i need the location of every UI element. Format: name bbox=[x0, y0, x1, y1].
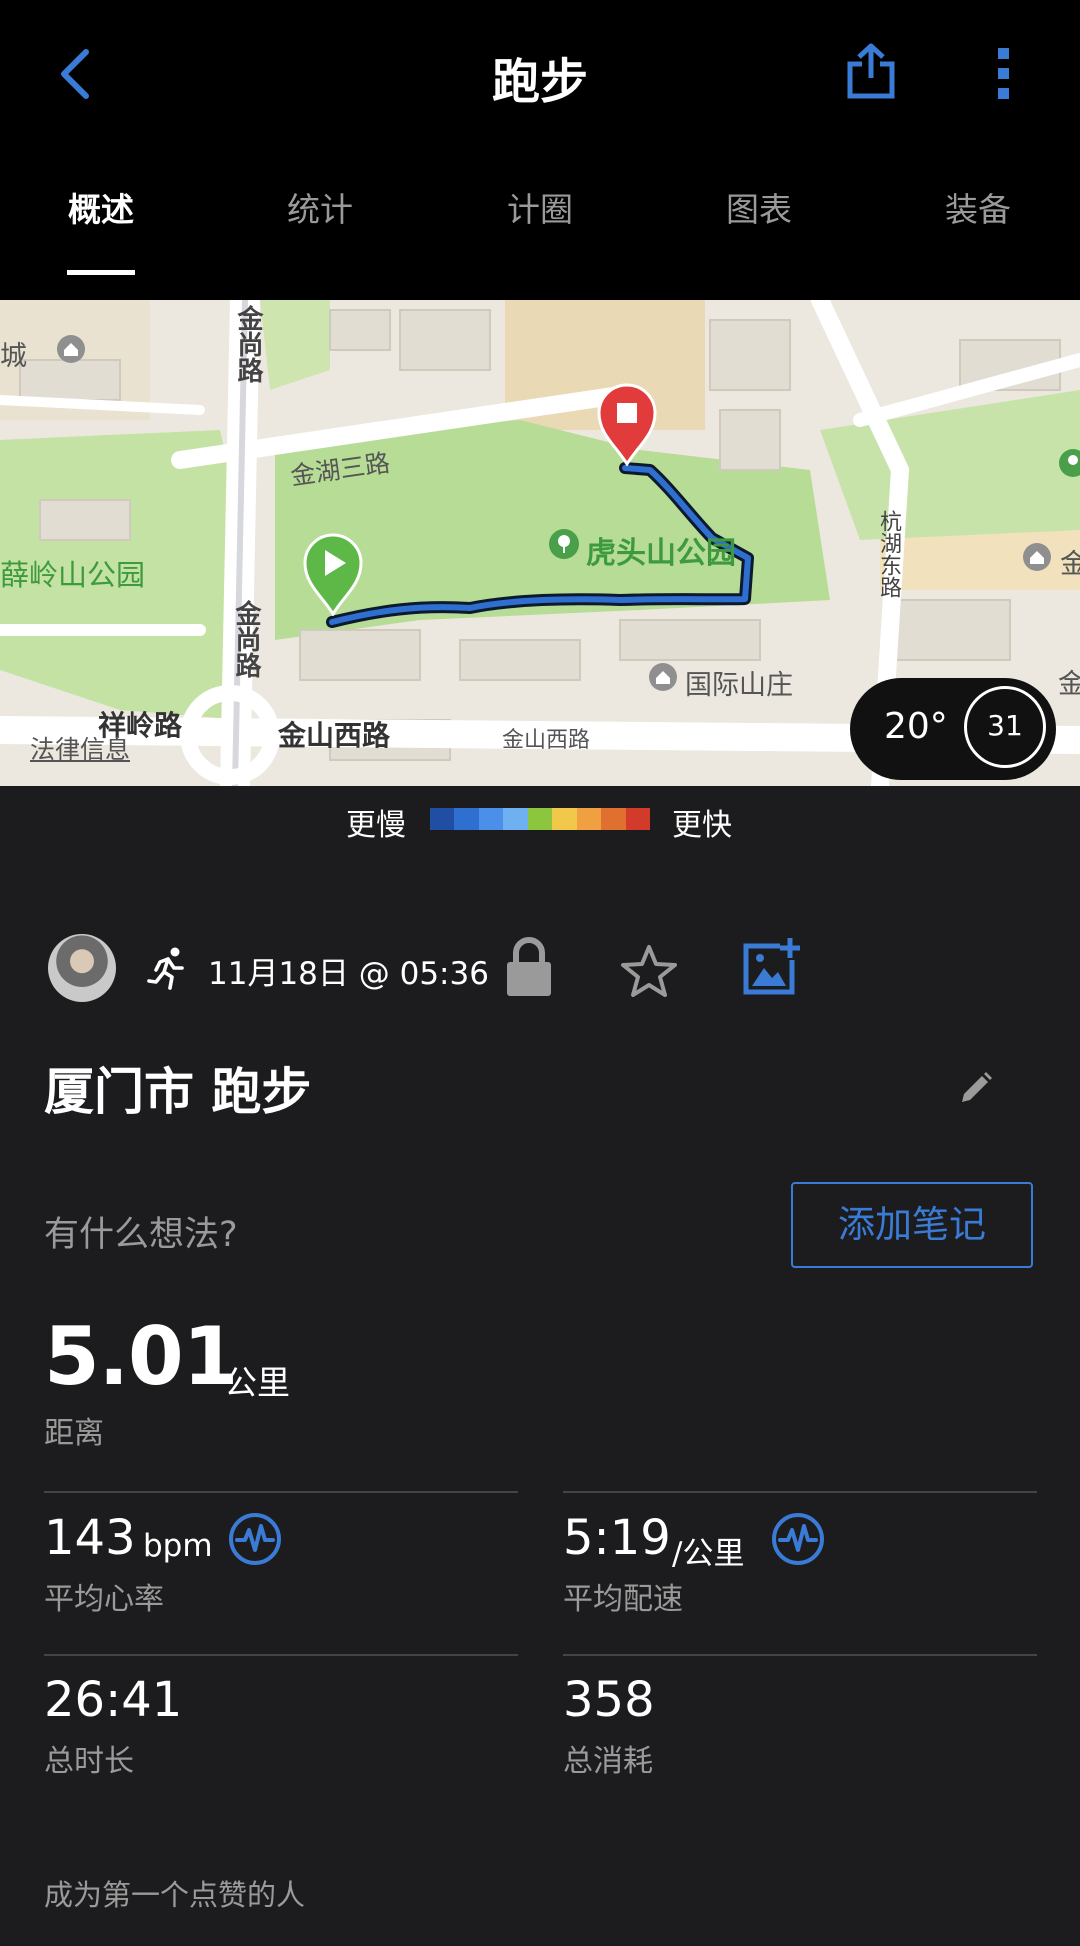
avatar[interactable] bbox=[48, 934, 116, 1002]
start-pin-icon[interactable] bbox=[302, 532, 364, 616]
finish-pin-icon[interactable] bbox=[596, 382, 658, 466]
active-tab-indicator bbox=[67, 270, 135, 275]
pace-chart-icon[interactable] bbox=[771, 1512, 825, 1566]
pace-label: 平均配速 bbox=[563, 1582, 683, 1617]
favorite-star-icon[interactable] bbox=[620, 944, 678, 998]
legend-swatch bbox=[552, 808, 577, 830]
activity-name: 厦门市 跑步 bbox=[44, 1063, 312, 1121]
map-legal-info-link[interactable]: 法律信息 bbox=[30, 730, 130, 766]
legend-swatch bbox=[478, 808, 504, 830]
add-photo-icon[interactable] bbox=[742, 936, 802, 996]
map-label-edge-2: 金 bbox=[1058, 669, 1080, 700]
park-tree-icon bbox=[549, 529, 579, 559]
legend-swatch bbox=[601, 808, 626, 830]
poi-home-icon-right bbox=[1023, 543, 1051, 571]
distance-value: 5.01 bbox=[44, 1310, 238, 1403]
pace-value: 5:19 bbox=[563, 1510, 671, 1566]
heart-rate-chart-icon[interactable] bbox=[228, 1512, 282, 1566]
weather-widget[interactable]: 20° 31 bbox=[850, 678, 1056, 780]
weather-gauge-value: 31 bbox=[987, 709, 1023, 742]
map-label-city-edge: 城 bbox=[0, 341, 27, 372]
divider bbox=[44, 1654, 518, 1656]
poi-home-icon bbox=[649, 663, 677, 691]
legend-swatch bbox=[454, 808, 479, 830]
legend-swatch bbox=[527, 808, 553, 830]
divider bbox=[563, 1654, 1037, 1656]
poi-home-icon-left bbox=[57, 335, 85, 363]
legend-swatch bbox=[430, 808, 455, 830]
heart-rate-label: 平均心率 bbox=[44, 1582, 164, 1617]
tab-overview[interactable]: 概述 bbox=[26, 183, 176, 231]
duration-value: 26:41 bbox=[44, 1672, 183, 1728]
temperature: 20° bbox=[884, 706, 948, 747]
more-options-icon[interactable] bbox=[994, 46, 1014, 102]
running-icon bbox=[147, 947, 184, 990]
legend-fast-label: 更快 bbox=[672, 808, 732, 843]
map-label-jinshan-west-road: 金山西路 bbox=[278, 719, 391, 752]
tab-laps[interactable]: 计圈 bbox=[465, 183, 615, 231]
legend-swatch bbox=[625, 808, 650, 830]
divider bbox=[563, 1491, 1037, 1493]
share-icon[interactable] bbox=[846, 42, 896, 100]
calories-label: 总消耗 bbox=[563, 1744, 653, 1779]
map-label-east-road: 杭湖东路 bbox=[876, 510, 901, 598]
map-label-jinshan-west-road-small: 金山西路 bbox=[502, 728, 591, 753]
divider bbox=[44, 1491, 518, 1493]
duration-label: 总时长 bbox=[44, 1744, 134, 1779]
map-label-jinshang-road: 金尚路 bbox=[233, 305, 263, 383]
heart-rate-value: 143 bbox=[44, 1510, 136, 1566]
map-label-residence: 国际山庄 bbox=[685, 670, 793, 701]
tab-gear[interactable]: 装备 bbox=[903, 183, 1053, 231]
map-label-edge-1: 金 bbox=[1060, 549, 1080, 580]
legend-swatch bbox=[576, 808, 602, 830]
lock-icon[interactable] bbox=[504, 936, 554, 998]
distance-unit: 公里 bbox=[224, 1363, 290, 1402]
activity-datetime: 11月18日 @ 05:36 bbox=[208, 956, 489, 992]
map-label-west-park: 薛岭山公园 bbox=[0, 558, 146, 592]
map-label-jinshang-road-lower: 金尚路 bbox=[231, 600, 261, 678]
likes-prompt[interactable]: 成为第一个点赞的人 bbox=[44, 1872, 305, 1914]
legend-swatch bbox=[503, 808, 528, 830]
edit-pencil-icon[interactable] bbox=[958, 1070, 994, 1106]
notes-prompt[interactable]: 有什么想法? bbox=[44, 1206, 238, 1257]
tab-stats[interactable]: 统计 bbox=[245, 183, 395, 231]
pace-unit: /公里 bbox=[672, 1536, 745, 1572]
heart-rate-unit: bpm bbox=[143, 1528, 213, 1564]
page-title: 跑步 bbox=[491, 54, 588, 110]
calories-value: 358 bbox=[563, 1672, 655, 1728]
add-note-button[interactable]: 添加笔记 bbox=[791, 1182, 1033, 1268]
tab-charts[interactable]: 图表 bbox=[684, 183, 834, 231]
top-bar: 跑步 概述 统计 计圈 图表 装备 bbox=[0, 0, 1080, 300]
speed-legend-bar bbox=[430, 808, 650, 830]
poi-park-icon-right bbox=[1059, 449, 1080, 477]
map-label-park: 虎头山公园 bbox=[586, 536, 736, 571]
weather-gauge: 31 bbox=[964, 686, 1046, 768]
distance-label: 距离 bbox=[44, 1416, 104, 1451]
legend-slow-label: 更慢 bbox=[346, 808, 406, 843]
